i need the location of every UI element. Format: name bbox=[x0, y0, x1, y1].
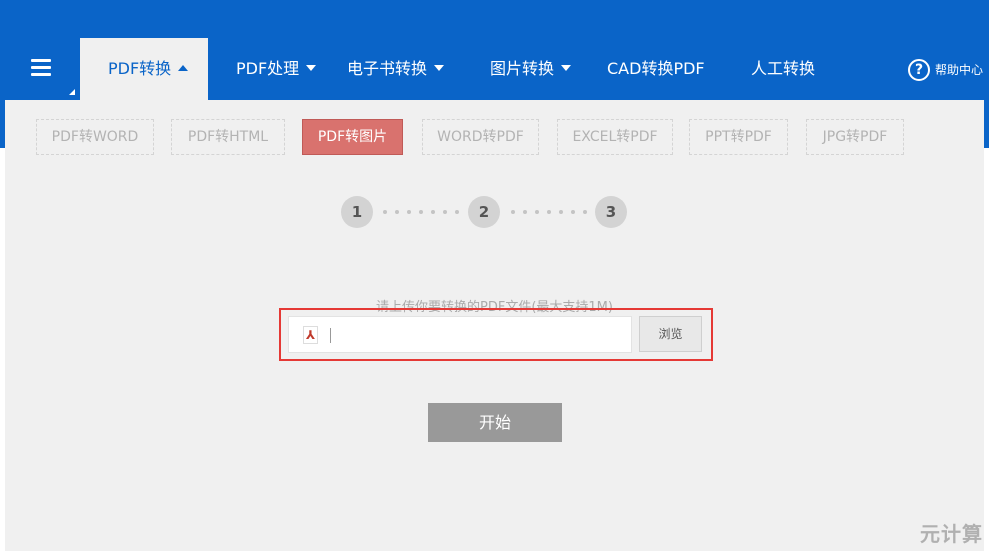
step-dot bbox=[395, 210, 399, 214]
subtab-pdf-to-html[interactable]: PDF转HTML bbox=[171, 119, 285, 155]
caret-up-icon bbox=[178, 64, 189, 71]
subtab-ppt-to-pdf[interactable]: PPT转PDF bbox=[689, 119, 788, 155]
caret-down-icon bbox=[434, 64, 445, 71]
nav-item-image-convert[interactable]: 图片转换 bbox=[490, 38, 572, 100]
menu-icon[interactable] bbox=[31, 59, 51, 76]
step-dot bbox=[571, 210, 575, 214]
step-indicator-1: 1 bbox=[341, 196, 373, 228]
subtab-jpg-to-pdf[interactable]: JPG转PDF bbox=[806, 119, 904, 155]
caret-down-icon bbox=[561, 64, 572, 71]
nav-item-ebook-convert[interactable]: 电子书转换 bbox=[347, 38, 445, 100]
subtab-pdf-to-word[interactable]: PDF转WORD bbox=[36, 119, 154, 155]
nav-item-label: 图片转换 bbox=[490, 59, 555, 78]
nav-item-label: PDF转换 bbox=[108, 59, 172, 78]
help-icon: ? bbox=[908, 59, 930, 81]
pdf-file-icon: ⅄ bbox=[303, 326, 318, 344]
nav-item-cad-to-pdf[interactable]: CAD转换PDF bbox=[607, 38, 705, 100]
step-dot bbox=[443, 210, 447, 214]
step-dot bbox=[455, 210, 459, 214]
step-indicator-2: 2 bbox=[468, 196, 500, 228]
browse-button[interactable]: 浏览 bbox=[639, 316, 702, 352]
nav-item-manual-convert[interactable]: 人工转换 bbox=[751, 38, 815, 100]
watermark-logo: 元计算 bbox=[920, 522, 983, 546]
step-dot bbox=[419, 210, 423, 214]
step-dot bbox=[547, 210, 551, 214]
nav-item-label: CAD转换PDF bbox=[607, 59, 705, 78]
help-center-link[interactable]: ? 帮助中心 bbox=[908, 59, 983, 81]
subtab-word-to-pdf[interactable]: WORD转PDF bbox=[422, 119, 539, 155]
file-path-input[interactable]: ⅄ bbox=[288, 316, 632, 353]
step-dot bbox=[535, 210, 539, 214]
corner-triangle-icon bbox=[69, 89, 75, 95]
main-panel: PDF转WORD PDF转HTML PDF转图片 WORD转PDF EXCEL转… bbox=[5, 100, 984, 551]
step-dot bbox=[523, 210, 527, 214]
help-center-label: 帮助中心 bbox=[935, 63, 984, 77]
subtab-excel-to-pdf[interactable]: EXCEL转PDF bbox=[557, 119, 673, 155]
start-button[interactable]: 开始 bbox=[428, 403, 562, 442]
step-dot bbox=[431, 210, 435, 214]
nav-item-label: 人工转换 bbox=[751, 59, 816, 78]
step-dot bbox=[511, 210, 515, 214]
step-dot bbox=[407, 210, 411, 214]
text-cursor bbox=[330, 328, 331, 343]
nav-item-label: 电子书转换 bbox=[347, 59, 428, 78]
step-dot bbox=[383, 210, 387, 214]
nav-item-pdf-convert[interactable]: PDF转换 bbox=[80, 38, 208, 100]
step-indicator-3: 3 bbox=[595, 196, 627, 228]
step-dot bbox=[559, 210, 563, 214]
nav-item-label: PDF处理 bbox=[236, 59, 300, 78]
step-dot bbox=[583, 210, 587, 214]
nav-item-pdf-process[interactable]: PDF处理 bbox=[236, 38, 317, 100]
subtab-pdf-to-image[interactable]: PDF转图片 bbox=[302, 119, 403, 155]
caret-down-icon bbox=[306, 64, 317, 71]
